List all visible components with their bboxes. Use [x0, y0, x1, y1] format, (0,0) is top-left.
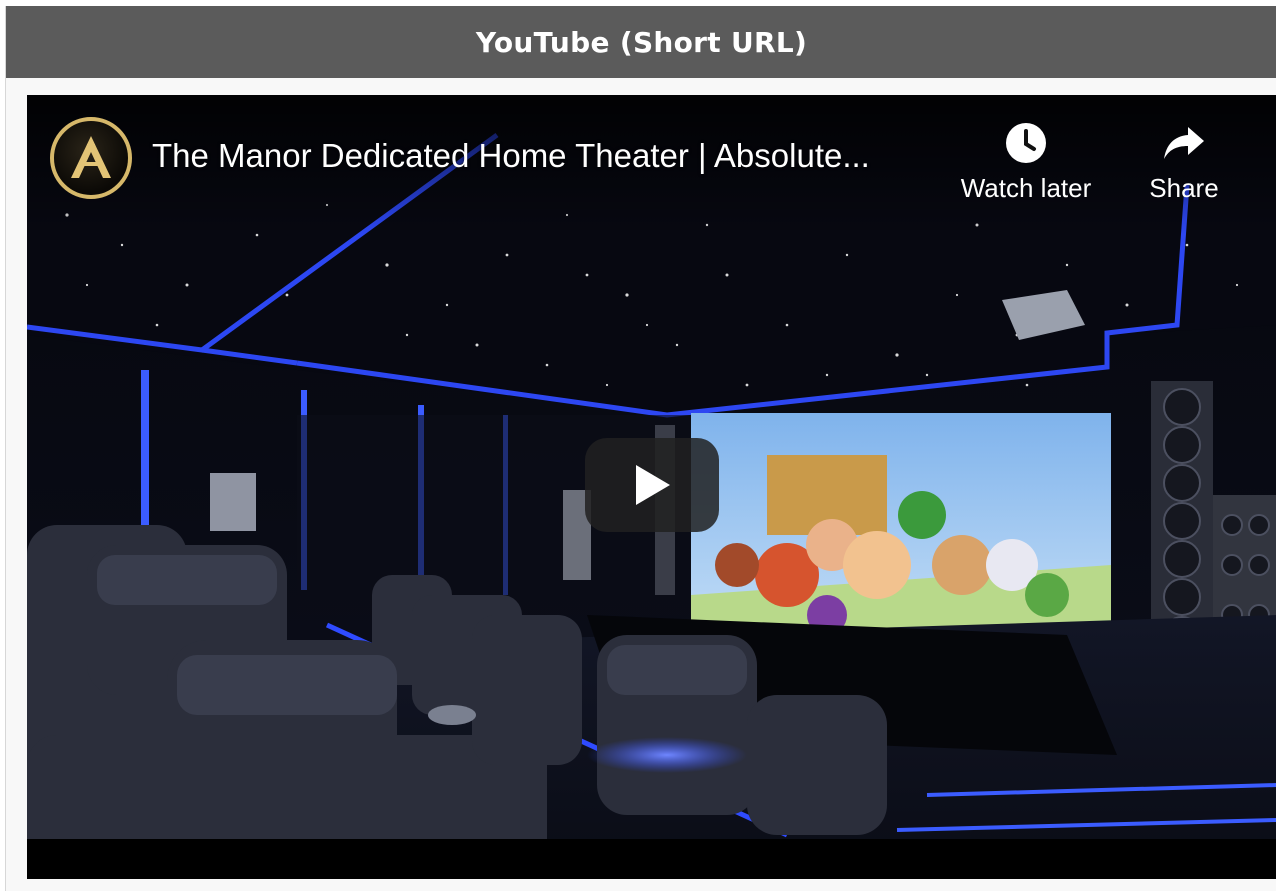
play-icon: [636, 465, 670, 505]
share-label: Share: [1149, 173, 1219, 203]
channel-logo-mark: [71, 136, 111, 178]
share-button[interactable]: Share: [1104, 121, 1264, 204]
watch-later-label: Watch later: [960, 173, 1092, 203]
embed-panel: YouTube (Short URL) The Manor Dedicated …: [5, 6, 1276, 891]
video-bottom-bar: [27, 839, 1276, 879]
video-title-link[interactable]: The Manor Dedicated Home Theater | Absol…: [152, 137, 870, 175]
play-button[interactable]: [585, 438, 719, 532]
clock-icon: [1006, 123, 1046, 163]
channel-logo-icon[interactable]: [50, 117, 132, 199]
youtube-video-player[interactable]: The Manor Dedicated Home Theater | Absol…: [27, 95, 1276, 879]
share-arrow-icon: [1164, 127, 1204, 159]
watch-later-button[interactable]: Watch later: [946, 121, 1106, 204]
panel-title: YouTube (Short URL): [6, 6, 1276, 78]
